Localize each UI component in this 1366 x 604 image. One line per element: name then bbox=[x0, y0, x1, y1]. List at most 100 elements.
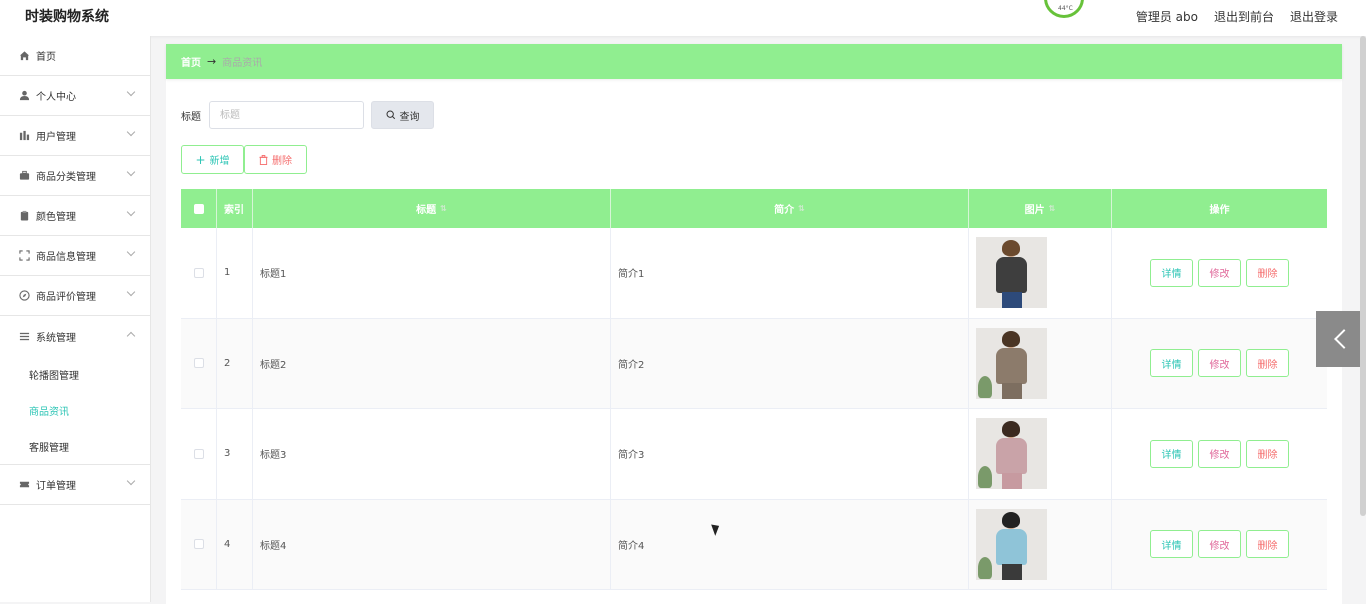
app-title: 时装购物系统 bbox=[25, 9, 109, 25]
breadcrumb-current: 商品资讯 bbox=[222, 58, 263, 69]
table-row: 2 标题2 简介2 详情 修改 删除 bbox=[181, 318, 1327, 409]
row-image-cell bbox=[969, 228, 1112, 318]
search-label: 标题 bbox=[181, 111, 201, 123]
row-select[interactable] bbox=[181, 318, 217, 408]
sidebar-subitem-product-news[interactable]: 商品资讯 bbox=[0, 392, 150, 428]
breadcrumb: 首页 → 商品资讯 bbox=[166, 44, 1342, 79]
search-input[interactable] bbox=[209, 101, 364, 129]
header-image[interactable]: 图片 ⇅ bbox=[969, 189, 1112, 228]
table-header: 索引 标题 ⇅ 简介 ⇅ 图片 ⇅ 操作 bbox=[181, 189, 1327, 228]
sidebar-item-order-management[interactable]: 订单管理 bbox=[0, 465, 150, 505]
row-index: 4 bbox=[217, 499, 253, 589]
sort-icon[interactable]: ⇅ bbox=[1049, 204, 1056, 213]
chevron-down-icon bbox=[126, 87, 136, 97]
header-select-all[interactable] bbox=[181, 189, 217, 228]
logout-link[interactable]: 退出登录 bbox=[1290, 8, 1338, 25]
bulk-delete-button[interactable]: 删除 bbox=[244, 145, 307, 174]
sidebar-item-label: 商品评价管理 bbox=[36, 292, 96, 303]
row-index: 3 bbox=[217, 409, 253, 499]
select-all-checkbox[interactable] bbox=[193, 203, 204, 214]
compass-icon bbox=[18, 290, 30, 302]
row-image-cell bbox=[969, 409, 1112, 499]
user-icon bbox=[18, 90, 30, 102]
sidebar-item-review-management[interactable]: 商品评价管理 bbox=[0, 276, 150, 316]
product-image[interactable] bbox=[976, 327, 1047, 399]
edit-button[interactable]: 修改 bbox=[1198, 258, 1241, 287]
row-intro: 简介1 bbox=[611, 228, 969, 318]
add-button[interactable]: + 新增 bbox=[181, 145, 244, 174]
main-content: 首页 → 商品资讯 标题 查询 + 新增 删除 索引 标题⇅ 简介⇅ 图片⇅ 操… bbox=[166, 44, 1342, 604]
search-button-label: 查询 bbox=[399, 111, 420, 123]
briefcase-icon bbox=[18, 170, 30, 182]
sidebar-item-user-management[interactable]: 用户管理 bbox=[0, 116, 150, 156]
row-select[interactable] bbox=[181, 499, 217, 589]
fullscreen-icon bbox=[18, 250, 30, 262]
header-image-label: 图片 bbox=[1024, 205, 1045, 216]
collapse-panel-button[interactable] bbox=[1316, 311, 1366, 367]
page-scrollbar[interactable] bbox=[1360, 36, 1366, 516]
delete-button[interactable]: 删除 bbox=[1246, 349, 1289, 378]
sidebar-item-label: 首页 bbox=[36, 52, 56, 63]
chevron-down-icon bbox=[126, 127, 136, 137]
sidebar-item-personal-center[interactable]: 个人中心 bbox=[0, 76, 150, 116]
detail-button[interactable]: 详情 bbox=[1150, 530, 1193, 559]
chevron-down-icon bbox=[126, 287, 136, 297]
sidebar-item-category-management[interactable]: 商品分类管理 bbox=[0, 156, 150, 196]
edit-button[interactable]: 修改 bbox=[1198, 439, 1241, 468]
top-links: 管理员 abo 退出到前台 退出登录 bbox=[1136, 8, 1338, 25]
delete-button[interactable]: 删除 bbox=[1246, 439, 1289, 468]
sidebar-subitem-customer-service[interactable]: 客服管理 bbox=[0, 428, 150, 464]
breadcrumb-arrow: → bbox=[207, 55, 217, 68]
sidebar-item-color-management[interactable]: 颜色管理 bbox=[0, 196, 150, 236]
sidebar-item-label: 个人中心 bbox=[36, 92, 76, 103]
add-button-label: 新增 bbox=[209, 156, 230, 167]
header-title-label: 标题 bbox=[416, 205, 437, 216]
edit-button[interactable]: 修改 bbox=[1198, 530, 1241, 559]
bar-chart-icon bbox=[18, 130, 30, 142]
header-intro-label: 简介 bbox=[774, 205, 795, 216]
table-row: 1 标题1 简介1 详情 修改 删除 bbox=[181, 228, 1327, 319]
product-image[interactable] bbox=[976, 237, 1047, 309]
row-ops: 详情 修改 删除 bbox=[1112, 228, 1327, 318]
row-title: 标题2 bbox=[253, 318, 611, 408]
clipboard-icon bbox=[18, 210, 30, 222]
product-image[interactable] bbox=[976, 508, 1047, 580]
sidebar-item-system-management[interactable]: 系统管理 bbox=[0, 316, 150, 356]
chevron-down-icon bbox=[126, 247, 136, 257]
sidebar-item-product-info[interactable]: 商品信息管理 bbox=[0, 236, 150, 276]
sidebar-item-home[interactable]: 首页 bbox=[0, 36, 150, 76]
header-intro[interactable]: 简介 ⇅ bbox=[611, 189, 969, 228]
delete-button[interactable]: 删除 bbox=[1246, 530, 1289, 559]
row-checkbox[interactable] bbox=[193, 267, 204, 278]
back-to-front-link[interactable]: 退出到前台 bbox=[1214, 8, 1274, 25]
admin-label: 管理员 abo bbox=[1135, 10, 1198, 24]
edit-button[interactable]: 修改 bbox=[1198, 349, 1241, 378]
menu-icon bbox=[18, 330, 30, 342]
detail-button[interactable]: 详情 bbox=[1150, 439, 1193, 468]
row-ops: 详情 修改 删除 bbox=[1112, 409, 1327, 499]
row-select[interactable] bbox=[181, 409, 217, 499]
sort-icon[interactable]: ⇅ bbox=[798, 204, 805, 213]
product-image[interactable] bbox=[976, 418, 1047, 490]
breadcrumb-home[interactable]: 首页 bbox=[181, 54, 201, 69]
row-checkbox[interactable] bbox=[193, 448, 204, 459]
row-checkbox[interactable] bbox=[193, 358, 204, 369]
chevron-down-icon bbox=[126, 167, 136, 177]
row-intro: 简介4 bbox=[611, 499, 969, 589]
detail-button[interactable]: 详情 bbox=[1150, 258, 1193, 287]
row-index: 2 bbox=[217, 318, 253, 408]
search-icon bbox=[386, 110, 395, 120]
sort-icon[interactable]: ⇅ bbox=[440, 204, 447, 213]
header-title[interactable]: 标题 ⇅ bbox=[253, 189, 611, 228]
row-select[interactable] bbox=[181, 228, 217, 318]
header-index: 索引 bbox=[217, 189, 253, 228]
row-image-cell bbox=[969, 318, 1112, 408]
row-checkbox[interactable] bbox=[193, 539, 204, 550]
delete-button[interactable]: 删除 bbox=[1246, 258, 1289, 287]
detail-button[interactable]: 详情 bbox=[1150, 349, 1193, 378]
system-management-group: 系统管理 轮播图管理 商品资讯 客服管理 bbox=[0, 316, 150, 465]
news-table: 索引 标题 ⇅ 简介 ⇅ 图片 ⇅ 操作 1 标题1 简介1 详情 修改 删除 … bbox=[181, 189, 1327, 590]
search-button[interactable]: 查询 bbox=[371, 101, 434, 129]
plus-icon: + bbox=[195, 152, 206, 167]
sidebar-subitem-carousel[interactable]: 轮播图管理 bbox=[0, 356, 150, 392]
